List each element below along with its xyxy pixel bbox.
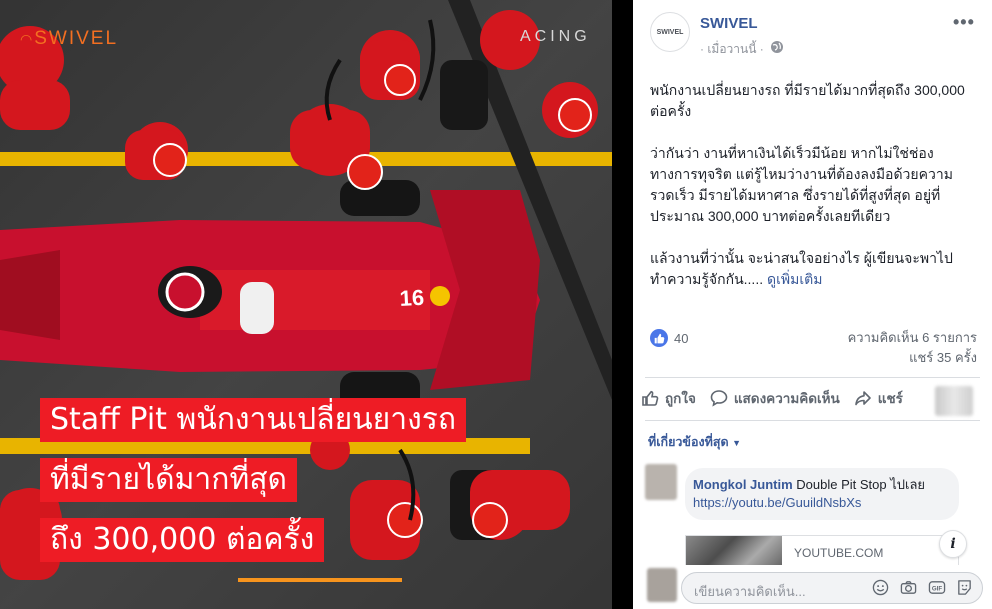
commenter-avatar[interactable] <box>645 464 677 500</box>
comment-author-link[interactable]: Mongkol Juntim <box>693 477 793 492</box>
headline-line-2: ที่มีรายได้มากที่สุด <box>40 458 298 502</box>
comment-filter-dropdown[interactable]: ที่เกี่ยวข้องที่สุด ▼ <box>648 432 741 452</box>
racing-text: ACING <box>520 28 591 45</box>
caret-down-icon: ▼ <box>732 438 741 448</box>
accent-bar <box>238 578 402 582</box>
info-icon[interactable]: i <box>939 530 967 558</box>
like-reaction-icon <box>650 329 668 347</box>
engagement-counts: ความคิดเห็น 6 รายการ แชร์ 35 ครั้ง <box>848 328 977 368</box>
comment-button[interactable]: แสดงความคิดเห็น <box>710 387 840 409</box>
see-more-link[interactable]: ดูเพิ่มเติม <box>767 271 822 287</box>
comment-icon <box>710 390 728 407</box>
post-timestamp[interactable]: · เมื่อวานนี้ · <box>700 40 764 59</box>
current-user-avatar <box>647 568 677 602</box>
share-button[interactable]: แชร์ <box>854 387 903 409</box>
page-name-link[interactable]: SWIVEL <box>700 15 758 32</box>
svg-text:16: 16 <box>399 285 425 311</box>
comment-url-link[interactable]: https://youtu.be/GuuildNsbXs <box>693 495 861 510</box>
post-paragraph-3: แล้วงานที่ว่านั้น จะน่าสนใจอย่างไร ผู้เข… <box>650 250 953 287</box>
comment-input[interactable]: เขียนความคิดเห็น... GIF <box>681 572 983 604</box>
swivel-logo: ◠SWIVEL <box>20 28 119 49</box>
camera-icon[interactable] <box>899 578 918 597</box>
facebook-post-viewer: 16 ◠SWIVEL ACING Staff Pit พนักงานเปลี่ย… <box>0 0 992 609</box>
link-preview-domain: YOUTUBE.COM <box>794 546 884 560</box>
comment-text: Double Pit Stop ไปเลย <box>792 477 926 492</box>
globe-icon[interactable] <box>770 40 784 54</box>
link-preview-thumbnail <box>686 536 782 565</box>
thumbs-up-icon <box>642 390 659 406</box>
comment-input-placeholder: เขียนความคิดเห็น... <box>694 584 806 599</box>
gif-icon[interactable]: GIF <box>927 578 946 597</box>
sticker-icon[interactable] <box>955 578 974 597</box>
post-paragraph-1: พนักงานเปลี่ยนยางรถ ที่มีรายได้มากที่สุด… <box>650 82 965 119</box>
comment-input-tools: GIF <box>871 578 974 597</box>
svg-text:GIF: GIF <box>931 585 941 592</box>
shares-count-link[interactable]: แชร์ 35 ครั้ง <box>848 348 977 368</box>
post-photo[interactable]: 16 ◠SWIVEL ACING Staff Pit พนักงานเปลี่ย… <box>0 0 612 609</box>
viewer-divider <box>612 0 633 609</box>
page-avatar[interactable]: SWIVEL <box>650 12 690 52</box>
reaction-summary[interactable]: 40 <box>650 328 688 348</box>
share-as-avatar[interactable] <box>935 386 973 416</box>
post-panel: SWIVEL SWIVEL · เมื่อวานนี้ · ••• พนักงา… <box>633 0 992 609</box>
comment-bubble: Mongkol Juntim Double Pit Stop ไปเลย htt… <box>685 468 959 520</box>
post-time-text: · เมื่อวานนี้ · <box>700 42 764 56</box>
share-icon <box>854 391 871 406</box>
like-count: 40 <box>674 330 689 346</box>
link-preview-card[interactable]: YOUTUBE.COM <box>685 535 959 565</box>
post-actions: ถูกใจ แสดงความคิดเห็น แชร์ <box>641 386 917 410</box>
headline-line-3: ถึง 300,000 ต่อครั้ง <box>40 518 325 562</box>
emoji-icon[interactable] <box>871 578 890 597</box>
actions-top-divider <box>645 377 980 378</box>
post-paragraph-2: ว่ากันว่า งานที่หาเงินได้เร็วมีน้อย หากไ… <box>650 145 953 224</box>
like-button[interactable]: ถูกใจ <box>641 387 696 409</box>
post-message: พนักงานเปลี่ยนยางรถ ที่มีรายได้มากที่สุด… <box>650 80 980 311</box>
more-horizontal-icon[interactable]: ••• <box>953 12 975 33</box>
headline-line-1: Staff Pit พนักงานเปลี่ยนยางรถ <box>40 398 467 442</box>
comments-count-link[interactable]: ความคิดเห็น 6 รายการ <box>848 328 977 348</box>
actions-bottom-divider <box>645 420 980 421</box>
